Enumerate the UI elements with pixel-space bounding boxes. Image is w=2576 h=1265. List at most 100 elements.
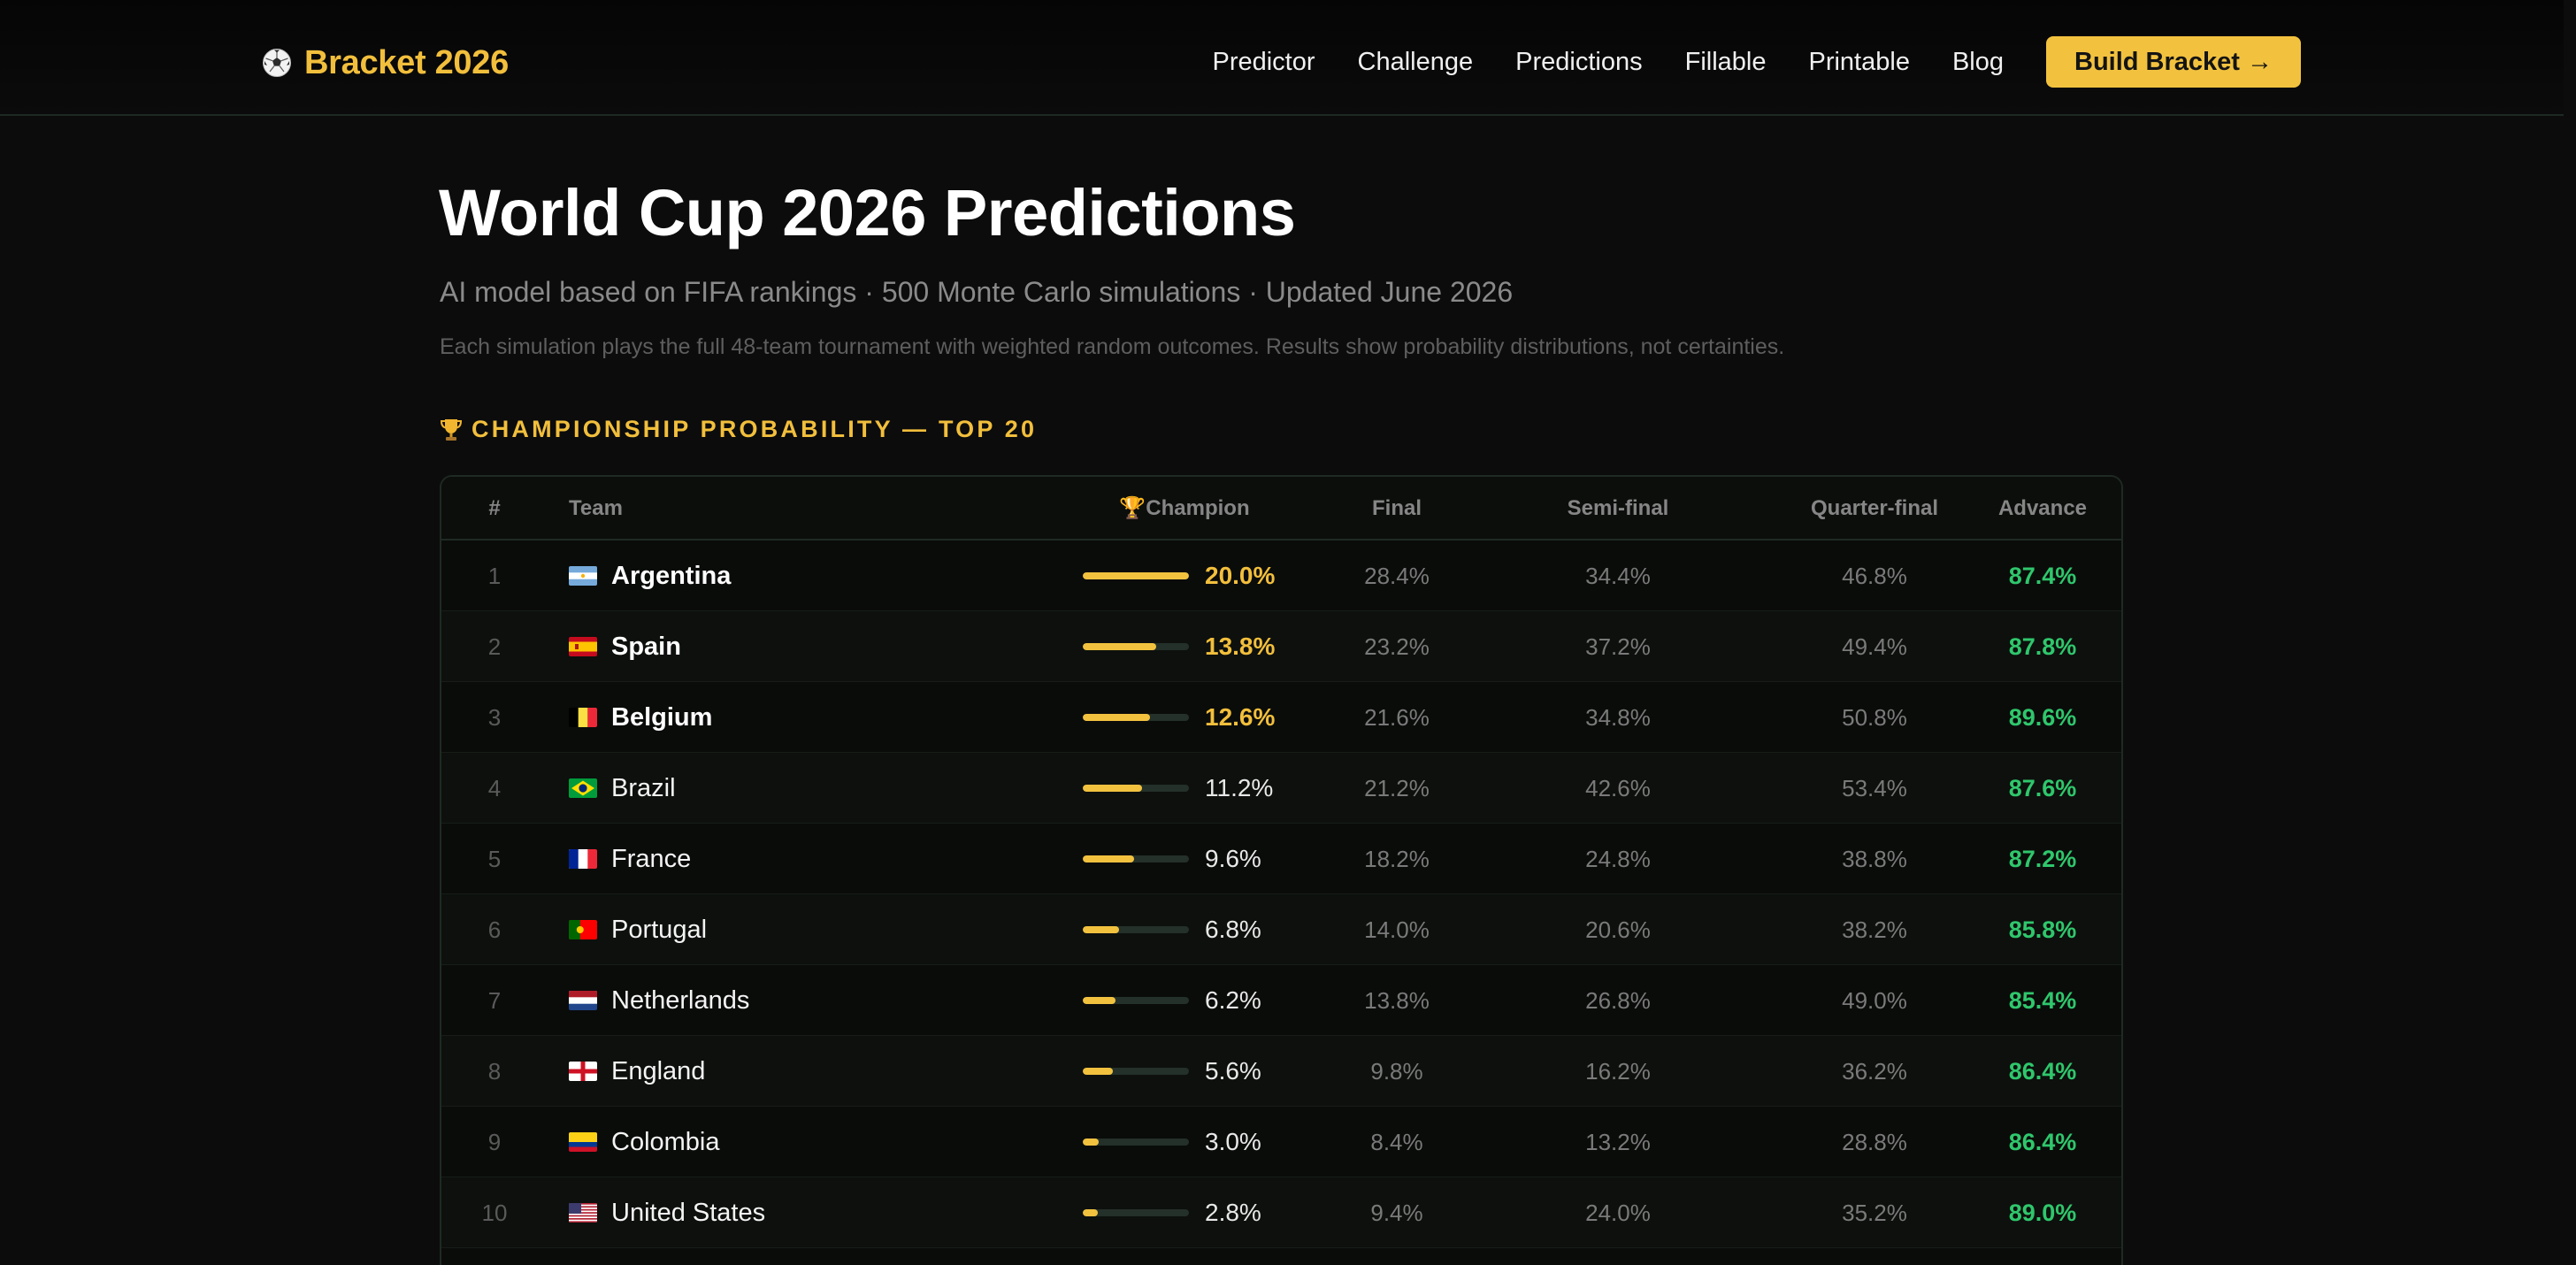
champion-value: 9.6% (1205, 845, 1261, 872)
advance-cell: 87.2% (2008, 846, 2077, 872)
champion-probability-bar (1083, 785, 1189, 792)
soccer-ball-icon (263, 49, 291, 77)
flag-netherlands-icon (569, 991, 597, 1010)
semi-final-cell: 24.0% (1585, 1200, 1651, 1226)
semi-final-cell: 26.8% (1585, 987, 1651, 1014)
rank-cell: 6 (487, 916, 502, 943)
page-subtitle: AI model based on FIFA rankings · 500 Mo… (440, 276, 1514, 308)
header-semi-final[interactable]: Semi-final (1503, 477, 1733, 540)
rank-cell: 7 (487, 987, 502, 1014)
table-row[interactable]: 9 Colombia 3.0% 8.4% 13.2% 28.8% 86.4% (441, 1107, 2121, 1177)
header-advance[interactable]: Advance (1963, 477, 2121, 540)
header-team[interactable]: Team (569, 477, 623, 540)
champion-cell: 20.0% (994, 540, 1375, 611)
table-row[interactable]: 5 France 9.6% 18.2% 24.8% 38.8% 87.2% (441, 824, 2121, 894)
final-cell: 28.4% (1364, 563, 1430, 589)
final-cell: 21.2% (1364, 775, 1430, 801)
champion-probability-bar (1083, 643, 1189, 650)
table-body: 1 Argentina 20.0% 28.4% 34.4% 4 6.8% 87.4% 2 Spai… (441, 540, 2121, 1248)
advance-cell: 86.4% (2008, 1058, 2077, 1085)
table-row[interactable]: 4 Brazil 11.2% 21.2% 42.6% 53.4% 87.6% (441, 753, 2121, 824)
champion-cell: 6.8% (994, 894, 1375, 965)
team-cell: Argentina (569, 540, 731, 611)
section-heading: CHAMPIONSHIP PROBABILITY — TOP 20 (440, 416, 1037, 443)
table-row[interactable]: 8 England 5.6% 9.8% 16.2% 36.2% 86.4% (441, 1036, 2121, 1107)
team-name: Colombia (611, 1128, 720, 1156)
team-cell: Portugal (569, 894, 707, 965)
team-name: Belgium (611, 703, 713, 732)
rank-cell: 9 (487, 1129, 502, 1155)
team-name: Argentina (611, 562, 732, 590)
advance-cell: 89.6% (2008, 704, 2077, 731)
table-header: # Team 🏆Champion Final Semi-final Quarte… (441, 477, 2121, 540)
table-row[interactable]: 1 Argentina 20.0% 28.4% 34.4% 46.8% 87.4% (441, 540, 2121, 611)
team-name: Brazil (611, 774, 676, 802)
nav-link-blog[interactable]: Blog (1952, 48, 2004, 77)
champion-probability-bar (1083, 714, 1189, 721)
table-row[interactable]: 7 Netherlands 6.2% 13.8% 26.8% 49.0% 85.4% (441, 965, 2121, 1036)
flag-united-states-icon (569, 1203, 597, 1223)
champion-probability-fill (1083, 1138, 1099, 1146)
champion-probability-bar (1083, 572, 1189, 579)
champion-probability-fill (1083, 855, 1134, 862)
champion-probability-bar (1083, 1209, 1189, 1216)
champion-value: 13.8% (1205, 632, 1276, 660)
final-cell: 13.8% (1364, 987, 1430, 1014)
header-champion-label: Champion (1146, 496, 1250, 520)
team-cell: England (569, 1036, 705, 1107)
section-title: CHAMPIONSHIP PROBABILITY — TOP 20 (472, 416, 1038, 442)
brand-name: Bracket 2026 (304, 43, 509, 81)
table-row[interactable]: 6 Portugal 6.8% 14.0% 20.6% 38.2% 85.8% (441, 894, 2121, 965)
final-cell: 21.6% (1364, 704, 1430, 731)
nav-link-predictions[interactable]: Predictions (1515, 48, 1642, 77)
team-cell: Brazil (569, 753, 676, 824)
nav-link-challenge[interactable]: Challenge (1358, 48, 1474, 77)
semi-final-cell: 20.6% (1585, 916, 1651, 943)
nav-links: Predictor Challenge Predictions Fillable… (1212, 35, 2301, 88)
champion-probability-fill (1083, 714, 1150, 721)
team-cell: Belgium (569, 682, 712, 753)
team-name: Spain (611, 632, 681, 661)
header-champion[interactable]: 🏆Champion (994, 477, 1375, 540)
final-cell: 9.8% (1370, 1058, 1423, 1085)
header-final[interactable]: Final (1326, 477, 1468, 540)
rank-cell: 10 (481, 1200, 508, 1226)
table-row[interactable]: 10 United States 2.8% 9.4% 24.0% 35.2% 89.0% (441, 1177, 2121, 1248)
build-bracket-button[interactable]: Build Bracket → (2046, 36, 2301, 88)
champion-probability-fill (1083, 926, 1119, 933)
champion-cell: 3.0% (994, 1107, 1375, 1177)
championship-table: # Team 🏆Champion Final Semi-final Quarte… (440, 475, 2123, 1265)
champion-value: 3.0% (1205, 1128, 1261, 1155)
team-name: Netherlands (611, 986, 750, 1015)
table-row[interactable]: 2 Spain 13.8% 23.2% 37.2% 49.4% 87.8% (441, 611, 2121, 682)
nav-link-printable[interactable]: Printable (1808, 48, 1909, 77)
final-cell: 14.0% (1364, 916, 1430, 943)
flag-colombia-icon (569, 1132, 597, 1152)
advance-cell: 87.6% (2008, 775, 2077, 801)
champion-value: 2.8% (1205, 1199, 1261, 1226)
advance-cell: 85.4% (2008, 987, 2077, 1014)
flag-belgium-icon (569, 708, 597, 727)
champion-probability-fill (1083, 643, 1156, 650)
team-cell: Colombia (569, 1107, 720, 1177)
semi-final-cell: 34.8% (1585, 704, 1651, 731)
flag-brazil-icon (569, 778, 597, 798)
advance-cell: 86.4% (2008, 1129, 2077, 1155)
trophy-icon (440, 418, 463, 441)
table-row[interactable]: 3 Belgium 12.6% 21.6% 34.8% 50.8% 89.6% (441, 682, 2121, 753)
champion-cell: 13.8% (994, 611, 1375, 682)
team-cell: Netherlands (569, 965, 749, 1036)
final-cell: 23.2% (1364, 633, 1430, 660)
nav-link-predictor[interactable]: Predictor (1212, 48, 1315, 77)
champion-probability-fill (1083, 572, 1189, 579)
methodology-note: Each simulation plays the full 48-team t… (440, 334, 1785, 359)
header-rank[interactable]: # (441, 477, 548, 540)
brand-logo[interactable]: Bracket 2026 (262, 42, 509, 83)
semi-final-cell: 16.2% (1585, 1058, 1651, 1085)
champion-value: 6.2% (1205, 986, 1261, 1014)
champion-probability-bar (1083, 1068, 1189, 1075)
nav-link-fillable[interactable]: Fillable (1685, 48, 1767, 77)
flag-france-icon (569, 849, 597, 869)
top-nav: Bracket 2026 Predictor Challenge Predict… (0, 0, 2564, 116)
team-cell: United States (569, 1177, 765, 1248)
